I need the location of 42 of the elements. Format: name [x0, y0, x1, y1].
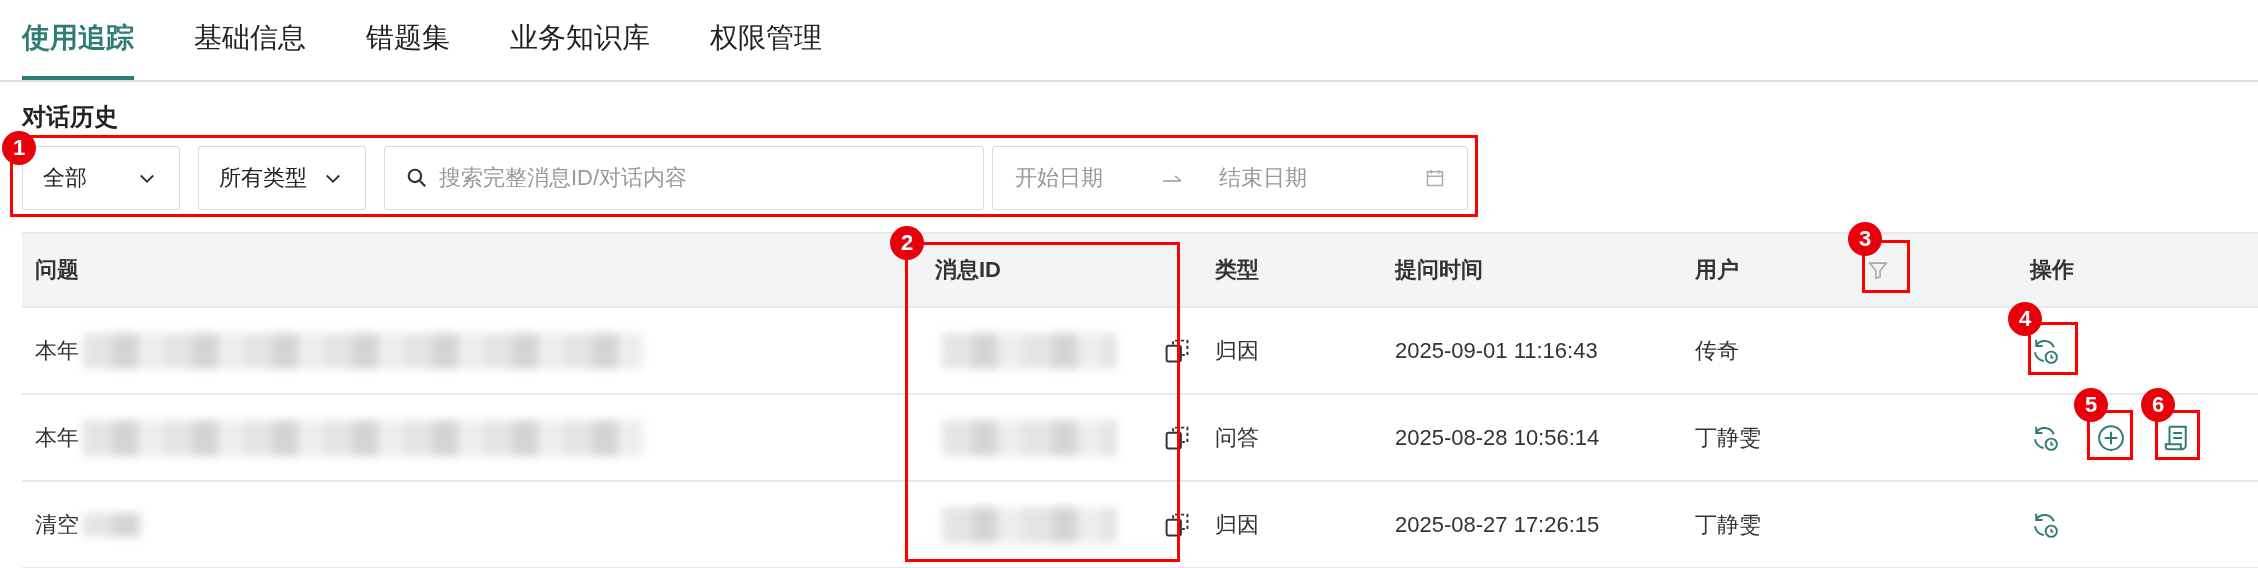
column-header: 提问时间: [1395, 256, 1483, 284]
column-header: 操作: [2030, 256, 2074, 284]
question-text: 本年: [35, 423, 79, 452]
table-cell-text: 传奇: [1695, 336, 1739, 365]
table-cell-text: 归因: [1215, 510, 1259, 539]
table-cell-text: 归因: [1215, 336, 1259, 365]
table-cell-text: 问答: [1215, 423, 1259, 452]
step-badge: 2: [890, 226, 924, 260]
tab[interactable]: 错题集: [366, 0, 450, 80]
end-date-placeholder: 结束日期: [1219, 164, 1307, 192]
column-header: 消息ID: [935, 256, 1001, 284]
table-row[interactable]: 清空 归因 2025-08-27 17:26:15 丁静雯: [22, 482, 2258, 568]
step-badge: 5: [2074, 388, 2108, 422]
search-icon: [406, 167, 428, 189]
question-text: 本年: [35, 336, 79, 365]
copy-icon[interactable]: [1164, 511, 1190, 538]
tab[interactable]: 基础信息: [194, 0, 306, 80]
tab[interactable]: 使用追踪: [22, 0, 134, 80]
table-cell: 2025-08-27 17:26:15: [1395, 511, 1600, 538]
type-select[interactable]: 所有类型: [198, 146, 366, 210]
tab[interactable]: 业务知识库: [510, 0, 650, 80]
add-icon[interactable]: [2096, 422, 2126, 453]
column-header: 类型: [1215, 256, 1259, 284]
start-date-placeholder: 开始日期: [1015, 164, 1103, 192]
table-cell-text: 丁静雯: [1695, 510, 1761, 539]
section-title: 对话历史: [22, 102, 119, 132]
copy-icon[interactable]: [1164, 337, 1190, 364]
step-badge: 4: [2008, 302, 2042, 336]
step-badge: 1: [2, 131, 36, 165]
calendar-icon: [1425, 168, 1445, 188]
step-badge: 6: [2141, 388, 2175, 422]
column-header: 问题: [35, 256, 79, 284]
redacted-text: [83, 512, 143, 537]
table-cell: 2025-08-28 10:56:14: [1395, 424, 1600, 451]
search-field[interactable]: 搜索完整消息ID/对话内容: [384, 146, 984, 210]
table-cell-text: 丁静雯: [1695, 423, 1761, 452]
question-text: 清空: [35, 510, 79, 539]
table-cell: 2025-09-01 11:16:43: [1395, 337, 1598, 364]
step-badge: 3: [1848, 222, 1882, 256]
copy-icon[interactable]: [1164, 424, 1190, 451]
tab[interactable]: 权限管理: [710, 0, 822, 80]
column-header: 用户: [1695, 256, 1739, 284]
